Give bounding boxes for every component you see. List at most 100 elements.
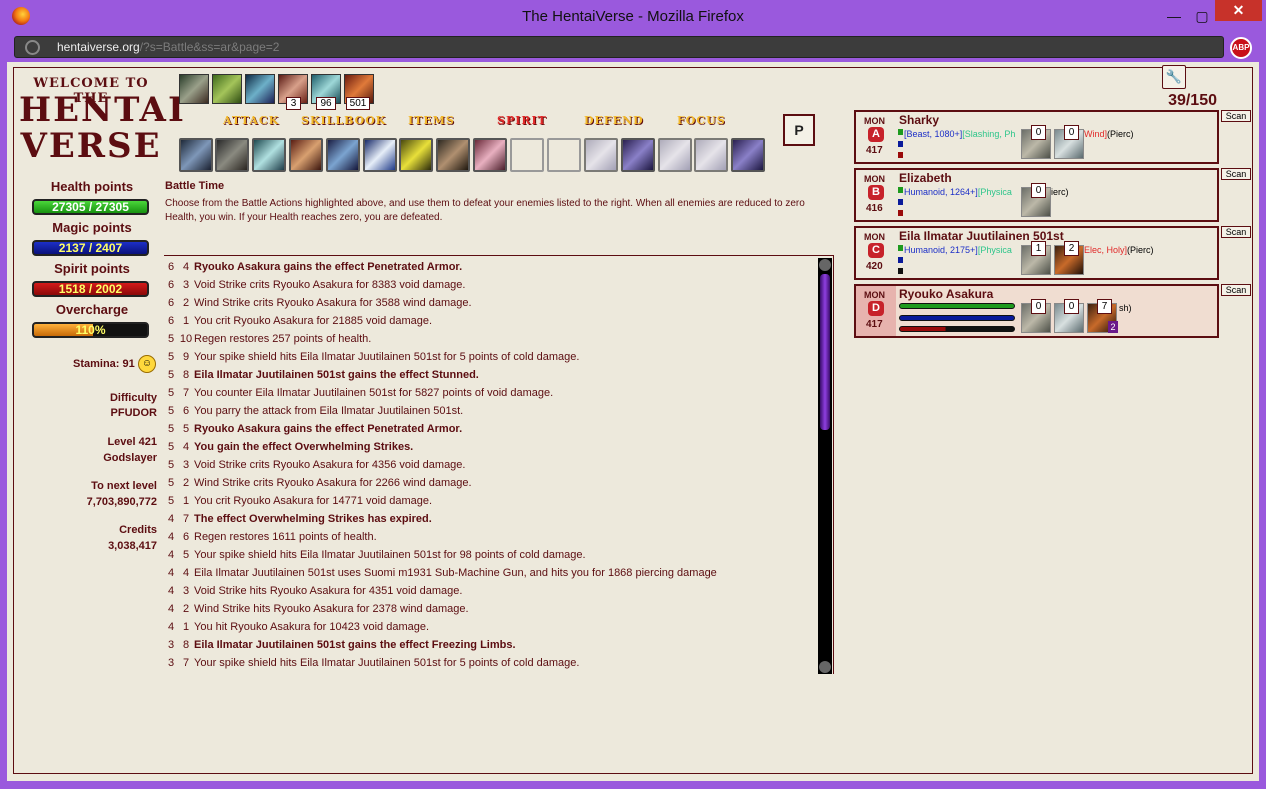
log-row: 6 2 Wind Strike crits Ryouko Asakura for 3…	[164, 294, 816, 312]
log-step: 6	[182, 405, 190, 417]
monster-info-tail: Wind](Pierc)	[1084, 129, 1134, 139]
quickbar-slot-empty[interactable]	[547, 138, 581, 172]
monster-row[interactable]: MON D 417 Ryouko Asakura 0 0 7 2 sh)	[854, 284, 1219, 338]
monster-effect-count: 7	[1097, 299, 1112, 314]
url-text: hentaiverse.org/?s=Battle&ss=ar&page=2	[57, 40, 279, 54]
scroll-up-icon[interactable]	[819, 259, 831, 271]
scan-button[interactable]: Scan	[1221, 168, 1251, 180]
battle-description: Choose from the Battle Actions highlight…	[165, 198, 805, 223]
monster-row[interactable]: MON A 417 Sharky [Beast, 1080+][Slashing, Ph…	[854, 110, 1219, 164]
scan-button[interactable]: Scan	[1221, 226, 1251, 238]
minimize-button[interactable]: —	[1161, 6, 1187, 26]
menu-attack[interactable]: ATTACK	[223, 114, 279, 127]
monster-info-part: (Pierc)	[1127, 245, 1154, 255]
log-step: 1	[182, 621, 190, 633]
log-text: Void Strike crits Ryouko Asakura for 435…	[194, 459, 466, 471]
log-row: 6 3 Void Strike crits Ryouko Asakura for 8…	[164, 276, 816, 294]
quickbar-slot[interactable]	[289, 138, 323, 172]
log-row: 5 2 Wind Strike crits Ryouko Asakura for 2…	[164, 474, 816, 492]
adblock-plus-button[interactable]: ABP	[1230, 37, 1252, 59]
monster-mini-bar	[898, 268, 903, 274]
monster-effect-count: 1	[1031, 241, 1046, 256]
quickbar-slot[interactable]	[731, 138, 765, 172]
monster-level: 417	[866, 145, 883, 156]
scan-button[interactable]: Scan	[1221, 110, 1251, 122]
menu-focus[interactable]: FOCUS	[677, 114, 726, 127]
maximize-button[interactable]: ▢	[1189, 6, 1215, 26]
combat-log-rows: 6 4 Ryouko Asakura gains the effect Penetr…	[164, 258, 816, 672]
log-text: You parry the attack from Eila Ilmatar J…	[194, 405, 464, 417]
quickbar-slot[interactable]	[473, 138, 507, 172]
health-bar: 27305 / 27305	[32, 199, 149, 215]
status-effect-icon	[245, 74, 275, 104]
scroll-down-icon[interactable]	[819, 661, 831, 673]
monster-info: [Beast, 1080+][Slashing, Ph	[904, 129, 1029, 139]
monster-level: 416	[866, 203, 883, 214]
log-step: 4	[182, 567, 190, 579]
monster-row[interactable]: MON B 416 Elizabeth Humanoid, 1264+][Physica…	[854, 168, 1219, 222]
log-row: 3 7 Your spike shield hits Eila Ilmatar Ju…	[164, 654, 816, 672]
url-path: /?s=Battle&ss=ar&page=2	[139, 40, 280, 54]
log-turn: 5	[167, 495, 175, 507]
battle-title: Battle Time	[165, 180, 225, 192]
log-step: 5	[182, 549, 190, 561]
wrench-icon[interactable]: 🔧	[1162, 65, 1186, 89]
window-titlebar: The HentaiVerse - Mozilla Firefox — ▢ ✕	[0, 0, 1266, 34]
menu-spirit[interactable]: SPIRIT	[497, 114, 547, 127]
magic-label: Magic points	[52, 220, 132, 235]
log-text: Void Strike crits Ryouko Asakura for 838…	[194, 279, 466, 291]
log-row: 5 1 You crit Ryouko Asakura for 14771 void…	[164, 492, 816, 510]
log-turn: 6	[167, 297, 175, 309]
scan-button[interactable]: Scan	[1221, 284, 1251, 296]
quickbar-slot[interactable]	[179, 138, 213, 172]
monster-mini-bar	[898, 129, 903, 135]
log-row: 5 7 You counter Eila Ilmatar Juutilainen 5…	[164, 384, 816, 402]
quickbar-slot-empty[interactable]	[510, 138, 544, 172]
log-step: 7	[182, 387, 190, 399]
log-turn: 5	[167, 387, 175, 399]
menu-items[interactable]: ITEMS	[408, 114, 455, 127]
monster-info-part: Elec, Holy]	[1084, 245, 1128, 255]
log-step: 7	[182, 657, 190, 669]
monster-name: Ryouko Asakura	[899, 287, 994, 301]
log-row: 4 3 Void Strike hits Ryouko Asakura for 43…	[164, 582, 816, 600]
log-text: You crit Ryouko Asakura for 21885 void d…	[194, 315, 433, 327]
scrollbar-thumb[interactable]	[820, 274, 830, 430]
monster-info-tail: ierc)	[1051, 187, 1069, 197]
round-counter: 39/150	[1168, 92, 1217, 109]
overcharge-value: 110%	[75, 323, 106, 337]
log-turn: 4	[167, 603, 175, 615]
log-text: Regen restores 1611 points of health.	[194, 531, 377, 543]
monster-tag: MON	[864, 116, 885, 126]
quickbar-slot[interactable]	[584, 138, 618, 172]
monster-info: Humanoid, 2175+][Physica	[904, 245, 1029, 255]
address-bar[interactable]: hentaiverse.org/?s=Battle&ss=ar&page=2	[14, 36, 1224, 58]
log-turn: 5	[167, 477, 175, 489]
spirit-bar: 1518 / 2002	[32, 281, 149, 297]
menu-defend[interactable]: DEFEND	[584, 114, 644, 127]
quickbar-slot[interactable]	[326, 138, 360, 172]
log-row: 4 7 The effect Overwhelming Strikes has ex…	[164, 510, 816, 528]
log-turn: 4	[167, 585, 175, 597]
level-title: Godslayer	[103, 452, 157, 464]
quickbar-slot[interactable]	[215, 138, 249, 172]
close-button[interactable]: ✕	[1215, 0, 1262, 21]
monster-info-part: [Slashing, Ph	[962, 129, 1016, 139]
monster-name: Sharky	[899, 113, 940, 127]
monster-row[interactable]: MON C 420 Eila Ilmatar Juutilainen 501st Hum…	[854, 226, 1219, 280]
quickbar-slot[interactable]	[658, 138, 692, 172]
quickbar-slot[interactable]	[621, 138, 655, 172]
quickbar-slot[interactable]	[363, 138, 397, 172]
log-row: 6 1 You crit Ryouko Asakura for 21885 void…	[164, 312, 816, 330]
monster-name: Elizabeth	[899, 171, 952, 185]
quickbar-slot[interactable]	[252, 138, 286, 172]
quickbar-slot[interactable]	[436, 138, 470, 172]
monster-info-part: sh)	[1119, 303, 1132, 313]
menu-skillbook[interactable]: SKILLBOOK	[301, 114, 386, 127]
monster-tag: MON	[864, 174, 885, 184]
log-scrollbar[interactable]	[818, 258, 832, 674]
quickbar-slot[interactable]	[694, 138, 728, 172]
monster-info: Humanoid, 1264+][Physica	[904, 187, 1029, 197]
p-button[interactable]: P	[783, 114, 815, 146]
quickbar-slot[interactable]	[399, 138, 433, 172]
